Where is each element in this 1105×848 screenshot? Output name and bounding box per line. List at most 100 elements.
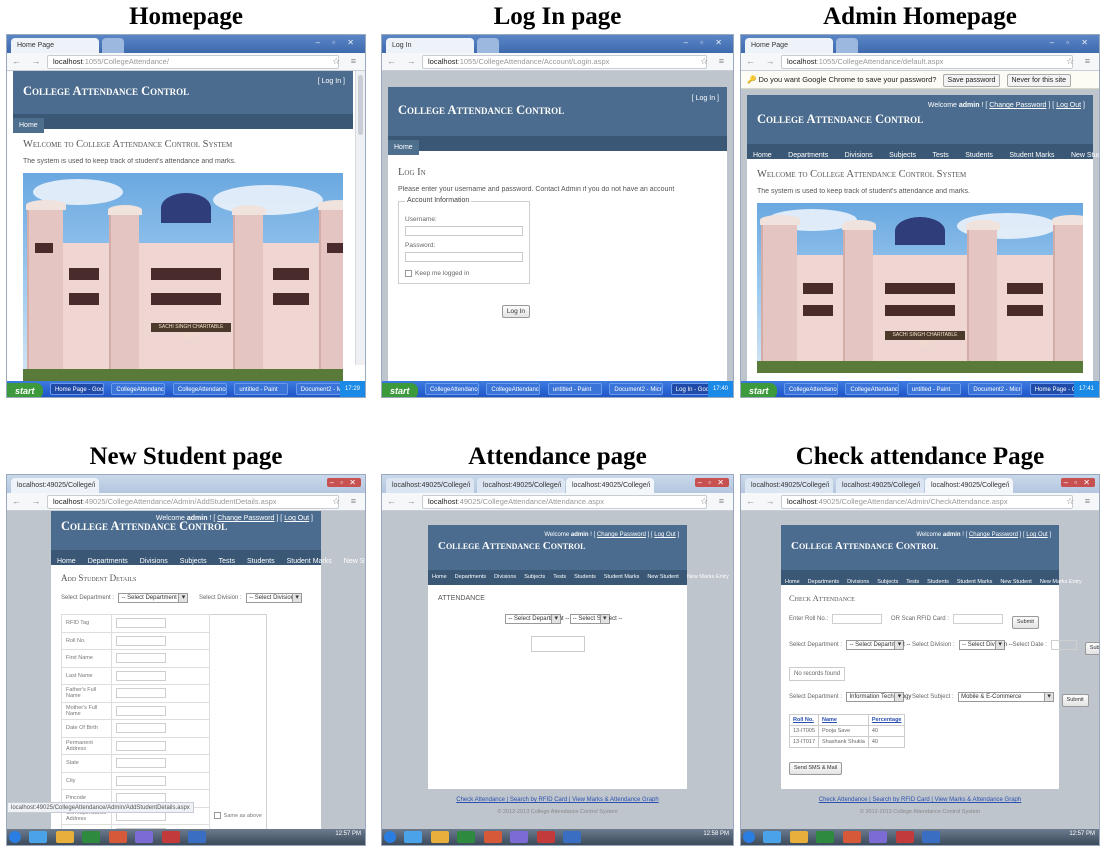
remember-me-row[interactable]: Keep me logged in bbox=[405, 270, 523, 277]
address-bar[interactable]: localhost:1055/CollegeAttendance/default… bbox=[781, 55, 1073, 69]
change-password-link[interactable]: Change Password bbox=[989, 102, 1046, 109]
taskbar-item[interactable]: CollegeAttendance\... bbox=[172, 383, 227, 395]
nav-tests[interactable]: Tests bbox=[926, 148, 954, 163]
bookmark-menu-icons[interactable]: ☆ ≡ bbox=[332, 56, 360, 67]
start-orb-icon[interactable] bbox=[743, 831, 755, 843]
address-bar[interactable]: localhost:49025/CollegeAttendance/Admin/… bbox=[781, 495, 1073, 509]
start-button[interactable]: start bbox=[7, 383, 43, 397]
window-controls[interactable]: – ▫ ✕ bbox=[1050, 38, 1093, 47]
bookmark-menu-icons[interactable]: ☆ ≡ bbox=[1066, 496, 1094, 507]
division-select[interactable]: -- Select Division -- bbox=[246, 592, 303, 603]
nav-home[interactable]: Home bbox=[51, 554, 82, 569]
footer-links[interactable]: Check Attendance | Search by RFID Card |… bbox=[382, 797, 733, 803]
nav-student-marks[interactable]: Student Marks bbox=[953, 575, 996, 590]
taskbar-app-icon[interactable] bbox=[816, 831, 835, 843]
start-button[interactable]: start bbox=[382, 383, 418, 397]
taskbar-app-icon[interactable] bbox=[161, 831, 180, 843]
window-controls[interactable]: – ▫ ✕ bbox=[316, 38, 359, 47]
taskbar-item[interactable]: untitled - Paint bbox=[547, 383, 602, 395]
nav-tests[interactable]: Tests bbox=[549, 570, 570, 585]
taskbar-app-icon[interactable] bbox=[842, 831, 861, 843]
start-orb-icon[interactable] bbox=[384, 831, 396, 843]
taskbar-item[interactable]: CollegeAttendance\... bbox=[486, 383, 541, 395]
field-input[interactable] bbox=[115, 775, 166, 786]
bookmark-menu-icons[interactable]: ☆ ≡ bbox=[700, 56, 728, 67]
department-select[interactable]: -- Select Department -- bbox=[846, 639, 911, 650]
taskbar-item[interactable]: CollegeAttendance bbox=[783, 383, 838, 395]
nav-divisions[interactable]: Divisions bbox=[490, 570, 520, 585]
nav-divisions[interactable]: Divisions bbox=[839, 148, 879, 163]
same-as-above-option[interactable]: Same as above bbox=[209, 807, 266, 825]
nav-home[interactable]: Home bbox=[388, 140, 419, 155]
nav-students[interactable]: Students bbox=[570, 570, 600, 585]
taskbar-item[interactable]: untitled - Paint bbox=[906, 383, 961, 395]
browser-tab[interactable]: Log In bbox=[386, 38, 474, 53]
nav-subjects[interactable]: Subjects bbox=[520, 570, 549, 585]
nav-home[interactable]: Home bbox=[428, 570, 451, 585]
taskbar-app-icon[interactable] bbox=[404, 831, 423, 843]
taskbar-item[interactable]: untitled - Paint bbox=[234, 383, 289, 395]
taskbar-app-icon[interactable] bbox=[483, 831, 502, 843]
nav-students[interactable]: Students bbox=[923, 575, 953, 590]
nav-departments[interactable]: Departments bbox=[804, 575, 844, 590]
nav-divisions[interactable]: Divisions bbox=[843, 575, 873, 590]
division-select[interactable]: -- Select Division -- bbox=[959, 639, 1013, 650]
bookmark-menu-icons[interactable]: ☆ ≡ bbox=[332, 496, 360, 507]
taskbar-app-icon[interactable] bbox=[457, 831, 476, 843]
taskbar-app-icon[interactable] bbox=[430, 831, 449, 843]
nav-subjects[interactable]: Subjects bbox=[873, 575, 902, 590]
address-bar[interactable]: localhost:1055/CollegeAttendance/Account… bbox=[422, 55, 707, 69]
rfid-input[interactable] bbox=[953, 613, 1004, 624]
window-controls[interactable]: – ▫ ✕ bbox=[684, 38, 727, 47]
start-orb-icon[interactable] bbox=[9, 831, 21, 843]
window-controls[interactable]: – ▫ ✕ bbox=[1060, 478, 1095, 487]
browser-tab[interactable]: Home Page bbox=[745, 38, 833, 53]
nav-student-marks[interactable]: Student Marks bbox=[1003, 148, 1060, 163]
submit-button[interactable]: Submit bbox=[1011, 616, 1039, 629]
nav-students[interactable]: Students bbox=[241, 554, 281, 569]
change-password-link[interactable]: Change Password bbox=[969, 532, 1018, 538]
nav-subjects[interactable]: Subjects bbox=[883, 148, 922, 163]
field-input[interactable] bbox=[115, 688, 166, 699]
taskbar-item[interactable]: Document2 - Micros... bbox=[609, 383, 664, 395]
nav-student-marks[interactable]: Student Marks bbox=[281, 554, 338, 569]
change-password-link[interactable]: Change Password bbox=[597, 532, 646, 538]
window-controls[interactable]: – ▫ ✕ bbox=[326, 478, 361, 487]
browser-tab[interactable]: localhost:49025/College/i bbox=[566, 478, 654, 493]
address-bar[interactable]: localhost:1055/CollegeAttendance/ bbox=[47, 55, 339, 69]
column-header-percentage[interactable]: Percentage bbox=[867, 714, 906, 726]
field-input[interactable] bbox=[115, 740, 166, 751]
taskbar-item[interactable]: Document2 - Micros... bbox=[968, 383, 1023, 395]
department-select[interactable]: Information Technology bbox=[846, 691, 911, 702]
never-for-site-button[interactable]: Never for this site bbox=[1006, 74, 1071, 87]
column-header-roll-no[interactable]: Roll No. bbox=[788, 714, 820, 726]
log-out-link[interactable]: Log Out bbox=[284, 515, 309, 522]
nav-new-marks-entry[interactable]: New Marks Entry bbox=[683, 570, 733, 585]
window-controls[interactable]: – ▫ ✕ bbox=[694, 478, 729, 487]
send-sms-mail-button[interactable]: Send SMS & Mail bbox=[789, 762, 843, 775]
browser-tab[interactable]: localhost:49025/College/i bbox=[925, 478, 1013, 493]
nav-subjects[interactable]: Subjects bbox=[174, 554, 213, 569]
column-header-name[interactable]: Name bbox=[818, 714, 869, 726]
taskbar-app-icon[interactable] bbox=[29, 831, 48, 843]
taskbar-app-icon[interactable] bbox=[536, 831, 555, 843]
taskbar-item[interactable]: CollegeAttendance\... bbox=[845, 383, 900, 395]
taskbar-item[interactable]: CollegeAttendance bbox=[424, 383, 479, 395]
taskbar-app-icon[interactable] bbox=[55, 831, 74, 843]
login-link[interactable]: [ Log In ] bbox=[318, 78, 345, 85]
address-bar[interactable]: localhost:49025/CollegeAttendance/Admin/… bbox=[47, 495, 339, 509]
field-input[interactable] bbox=[115, 670, 166, 681]
address-bar[interactable]: localhost:49025/CollegeAttendance/Attend… bbox=[422, 495, 707, 509]
field-input[interactable] bbox=[115, 758, 166, 769]
browser-tab[interactable]: localhost:49025/College/i bbox=[745, 478, 833, 493]
taskbar-app-icon[interactable] bbox=[82, 831, 101, 843]
taskbar-app-icon[interactable] bbox=[108, 831, 127, 843]
department-select[interactable]: -- Select Department -- bbox=[505, 613, 569, 624]
browser-tab[interactable]: localhost:49025/College/i bbox=[11, 478, 99, 493]
field-input[interactable] bbox=[115, 705, 166, 716]
nav-home[interactable]: Home bbox=[13, 118, 44, 133]
username-input[interactable] bbox=[405, 226, 523, 236]
department-select[interactable]: -- Select Department -- bbox=[118, 592, 189, 603]
nav-new-marks-entry[interactable]: New Marks Entry bbox=[1036, 575, 1086, 590]
taskbar-app-icon[interactable] bbox=[563, 831, 582, 843]
